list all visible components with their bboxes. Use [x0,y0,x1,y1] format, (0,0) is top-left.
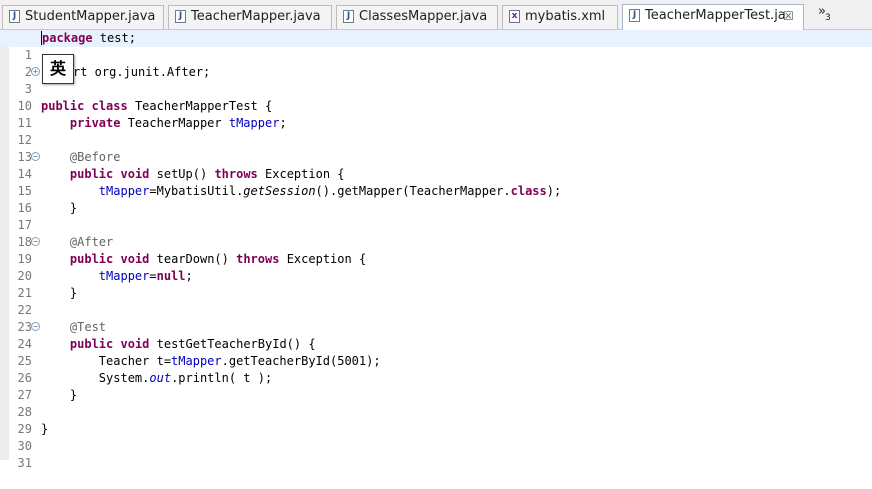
tab-label: TeacherMapper.java [191,9,321,24]
code-line[interactable]: 28 } [0,387,872,419]
collapse-fold-icon[interactable]: − [31,152,40,161]
code-line[interactable]: 25 public void testGetTeacherById() { [0,336,872,368]
code-line[interactable]: 26 Teacher t=tMapper.getTeacherById(5001… [0,353,872,385]
code-line[interactable]: 3 + rt org.junit.After; [0,64,872,96]
code-line[interactable]: 10 [0,81,872,113]
code-line[interactable]: 29 [0,404,872,436]
code-line[interactable]: 1 package test; [0,30,872,62]
close-tab-icon[interactable]: ☒ [783,5,794,27]
code-line[interactable]: 11 public class TeacherMapperTest { [0,98,872,130]
code-line[interactable]: 16 tMapper=MybatisUtil.getSession().getM… [0,183,872,215]
code-editor[interactable]: 1 package test; 2 3 + rt org.junit.After… [0,30,872,470]
tab-label: mybatis.xml [525,9,606,24]
code-line[interactable]: 19 − @After [0,234,872,266]
xml-file-icon: x [509,10,520,23]
tab-teacher-mapper-test[interactable]: J TeacherMapperTest.ja ☒ [622,4,804,30]
code-line[interactable]: 31 [0,438,872,470]
line-number: 31 [17,456,32,470]
code-line[interactable]: 22 } [0,285,872,317]
collapse-fold-icon[interactable]: − [31,237,40,246]
tab-label: StudentMapper.java [25,9,156,24]
code-line[interactable]: 14 − @Before [0,149,872,181]
code-line[interactable]: 20 public void tearDown() throws Excepti… [0,251,872,283]
code-line[interactable]: 30 } [0,421,872,453]
tab-label: ClassesMapper.java [359,9,488,24]
tab-mybatis-xml[interactable]: x mybatis.xml [502,5,618,29]
code-line[interactable]: 12 private TeacherMapper tMapper; [0,115,872,147]
code-line[interactable]: 13 [0,132,872,164]
code-line[interactable]: 27 System.out.println( t ); [0,370,872,402]
java-file-icon: J [629,9,640,22]
code-line[interactable]: 2 [0,47,872,79]
collapse-fold-icon[interactable]: − [31,322,40,331]
tab-overflow-chevron-icon[interactable]: » [818,4,826,19]
code-line[interactable]: 24 − @Test [0,319,872,351]
code-line[interactable]: 18 [0,217,872,249]
java-file-icon: J [175,10,186,23]
code-line[interactable]: 17 } [0,200,872,232]
tab-label: TeacherMapperTest.ja [645,8,786,23]
java-file-icon: J [9,10,20,23]
ime-mode-indicator[interactable]: 英 [42,54,74,84]
expand-fold-icon[interactable]: + [31,67,40,76]
tab-student-mapper[interactable]: J StudentMapper.java [2,5,164,29]
code-line[interactable]: 15 public void setUp() throws Exception … [0,166,872,198]
tab-classes-mapper[interactable]: J ClassesMapper.java [336,5,498,29]
java-file-icon: J [343,10,354,23]
code-line[interactable]: 23 [0,302,872,334]
tab-teacher-mapper[interactable]: J TeacherMapper.java [168,5,332,29]
code-line[interactable]: 21 tMapper=null; [0,268,872,300]
tab-overflow-count: 3 [825,13,831,23]
editor-tab-bar: J StudentMapper.java J TeacherMapper.jav… [0,0,872,30]
